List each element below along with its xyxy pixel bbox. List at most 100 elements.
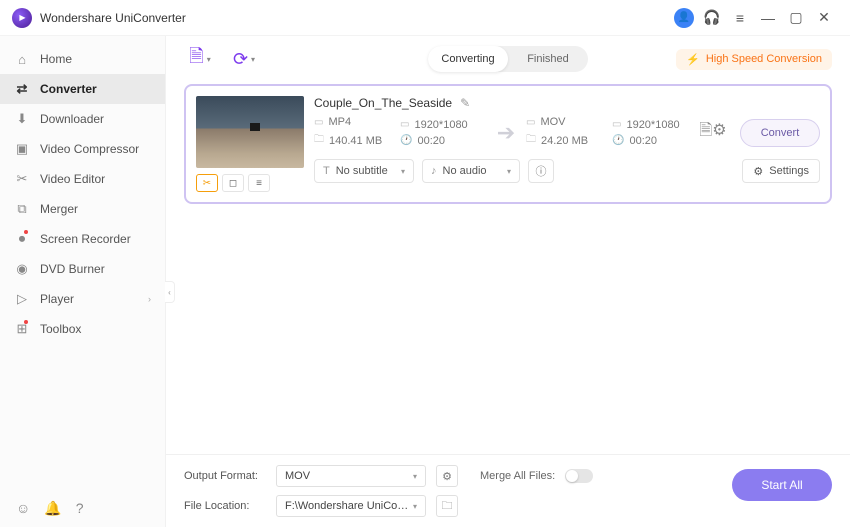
output-settings-icon[interactable]: 🗎⚙ <box>698 118 728 148</box>
src-format: MP4 <box>328 116 351 128</box>
download-icon: ⬇ <box>14 111 30 127</box>
sidebar-item-player[interactable]: ▷Player› <box>0 284 165 314</box>
info-button[interactable]: ⓘ <box>528 159 554 183</box>
edit-name-icon[interactable]: ✎ <box>460 96 470 110</box>
merge-label: Merge All Files: <box>480 470 555 482</box>
grid-icon: ⊞ <box>14 321 30 337</box>
folder-icon: 🗀 <box>314 132 324 149</box>
tab-finished[interactable]: Finished <box>508 46 588 72</box>
sidebar-item-dvd[interactable]: ◉DVD Burner <box>0 254 165 284</box>
format-icon: ▭ <box>526 117 535 128</box>
clock-icon: 🕐 <box>612 135 624 146</box>
titlebar: Wondershare UniConverter 👤 🎧 ≡ — ▢ ✕ <box>0 0 850 36</box>
bell-icon[interactable]: 🔔 <box>44 500 61 517</box>
sidebar-item-home[interactable]: ⌂Home <box>0 44 165 74</box>
sidebar-item-converter[interactable]: ⇄ Converter <box>0 74 165 104</box>
merge-toggle[interactable] <box>565 469 593 483</box>
sidebar-item-merger[interactable]: ⧉Merger <box>0 194 165 224</box>
high-speed-label: High Speed Conversion <box>706 53 822 65</box>
open-folder-icon[interactable]: 🗀 <box>436 495 458 517</box>
sidebar-item-label: Video Editor <box>40 172 105 186</box>
chevron-down-icon: ▾ <box>251 55 255 64</box>
app-logo <box>12 8 32 28</box>
sidebar: ⌂Home ⇄ Converter ⬇ Downloader ▣Video Comp… <box>0 36 166 527</box>
high-speed-conversion-button[interactable]: ⚡ High Speed Conversion <box>676 49 832 70</box>
main-panel: ‹ 🗎▾ ⟳▾ Converting Finished ⚡ High Speed… <box>166 36 850 527</box>
record-icon: ⏺ <box>14 231 30 247</box>
folder-icon: 🗀 <box>526 132 536 149</box>
sidebar-item-editor[interactable]: ✂ Video Editor <box>0 164 165 194</box>
sidebar-item-toolbox[interactable]: ⊞Toolbox <box>0 314 165 344</box>
app-title: Wondershare UniConverter <box>40 11 186 25</box>
close-icon[interactable]: ✕ <box>810 4 838 32</box>
sidebar-item-label: Downloader <box>40 112 104 126</box>
src-duration: 00:20 <box>417 135 445 147</box>
file-settings-button[interactable]: ⚙Settings <box>742 159 820 183</box>
link-plus-icon: ⟳ <box>233 49 248 70</box>
video-thumbnail[interactable] <box>196 96 304 168</box>
hamburger-menu-icon[interactable]: ≡ <box>726 4 754 32</box>
output-format-select[interactable]: MOV▾ <box>276 465 426 487</box>
format-settings-icon[interactable]: ⚙ <box>436 465 458 487</box>
file-card: ✂ ◻ ≡ Couple_On_The_Seaside ✎ ▭ MP4 🗀 140.… <box>184 84 832 204</box>
dst-duration: 00:20 <box>629 135 657 147</box>
scissors-icon: ✂ <box>14 171 30 187</box>
src-resolution: 1920*1080 <box>414 119 467 131</box>
start-all-button[interactable]: Start All <box>732 469 832 501</box>
effects-button[interactable]: ≡ <box>248 174 270 192</box>
toolbar: 🗎▾ ⟳▾ Converting Finished ⚡ High Speed C… <box>166 36 850 82</box>
chevron-down-icon: ▾ <box>207 55 211 64</box>
convert-button[interactable]: Convert <box>740 119 820 147</box>
status-tabs: Converting Finished <box>428 46 588 72</box>
src-size: 140.41 MB <box>329 135 382 147</box>
subtitle-icon: T <box>323 165 330 177</box>
chevron-down-icon: ▾ <box>401 167 405 176</box>
arrow-right-icon: ➔ <box>486 120 526 146</box>
notification-dot <box>24 320 28 324</box>
dst-format: MOV <box>540 116 565 128</box>
resolution-icon: ▭ <box>400 119 409 130</box>
sidebar-footer: ☺ 🔔 ? <box>0 490 165 527</box>
file-location-label: File Location: <box>184 500 266 512</box>
headset-icon[interactable]: 🎧 <box>698 4 726 32</box>
sidebar-item-label: Converter <box>40 82 97 96</box>
sidebar-item-compressor[interactable]: ▣Video Compressor <box>0 134 165 164</box>
footer: Output Format: MOV▾ ⚙ Merge All Files: F… <box>166 454 850 527</box>
audio-select[interactable]: ♪No audio▾ <box>422 159 520 183</box>
notification-dot <box>24 230 28 234</box>
sidebar-item-label: Merger <box>40 202 78 216</box>
sidebar-collapse-handle[interactable]: ‹ <box>165 281 175 303</box>
converter-icon: ⇄ <box>14 81 30 97</box>
audio-icon: ♪ <box>431 165 437 177</box>
bolt-icon: ⚡ <box>686 53 700 66</box>
add-file-button[interactable]: 🗎▾ <box>184 45 216 73</box>
feedback-icon[interactable]: ☺ <box>16 500 30 517</box>
sidebar-item-label: Player <box>40 292 74 306</box>
sidebar-item-label: DVD Burner <box>40 262 105 276</box>
file-location-select[interactable]: F:\Wondershare UniConverter▾ <box>276 495 426 517</box>
crop-button[interactable]: ◻ <box>222 174 244 192</box>
minimize-icon[interactable]: — <box>754 4 782 32</box>
output-format-label: Output Format: <box>184 470 266 482</box>
user-avatar-icon[interactable]: 👤 <box>674 8 694 28</box>
help-icon[interactable]: ? <box>76 500 84 517</box>
clock-icon: 🕐 <box>400 135 412 146</box>
sidebar-item-downloader[interactable]: ⬇ Downloader <box>0 104 165 134</box>
chevron-right-icon: › <box>148 294 151 304</box>
format-icon: ▭ <box>314 117 323 128</box>
home-icon: ⌂ <box>14 52 30 67</box>
dst-size: 24.20 MB <box>541 135 588 147</box>
chevron-down-icon: ▾ <box>507 167 511 176</box>
subtitle-select[interactable]: TNo subtitle▾ <box>314 159 414 183</box>
maximize-icon[interactable]: ▢ <box>782 4 810 32</box>
sidebar-item-recorder[interactable]: ⏺Screen Recorder <box>0 224 165 254</box>
chevron-down-icon: ▾ <box>413 472 417 481</box>
add-url-button[interactable]: ⟳▾ <box>228 45 260 73</box>
chevron-down-icon: ▾ <box>413 502 417 511</box>
file-name: Couple_On_The_Seaside <box>314 96 452 110</box>
sidebar-nav: ⌂Home ⇄ Converter ⬇ Downloader ▣Video Comp… <box>0 36 165 490</box>
tab-converting[interactable]: Converting <box>428 46 508 72</box>
trim-button[interactable]: ✂ <box>196 174 218 192</box>
compressor-icon: ▣ <box>14 141 30 157</box>
resolution-icon: ▭ <box>612 119 621 130</box>
